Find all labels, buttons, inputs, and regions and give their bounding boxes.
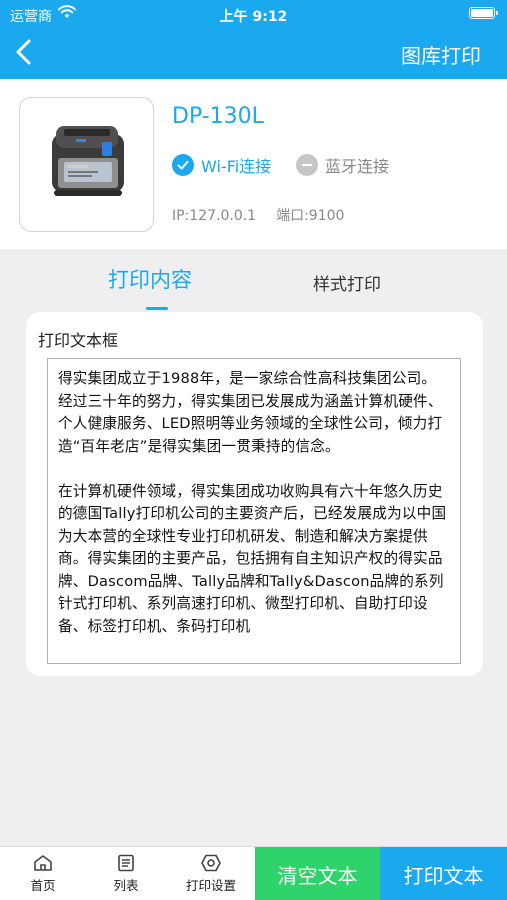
home-icon	[34, 855, 52, 871]
checkmark-icon	[172, 154, 194, 176]
chevron-left-icon[interactable]	[12, 38, 36, 66]
wifi-connect-option[interactable]: Wi-Fi连接	[172, 153, 271, 177]
bluetooth-connect-option[interactable]: 蓝牙连接	[296, 153, 389, 177]
ip-address: IP:127.0.0.1	[172, 208, 257, 224]
nav-home[interactable]: 首页	[22, 847, 64, 900]
nav-list-label: 列表	[113, 878, 139, 893]
page-title: 图库打印	[401, 44, 481, 68]
port-number: 端口:9100	[276, 208, 345, 224]
status-bar: 运营商 上午 9:12	[0, 0, 507, 30]
tab-style-print[interactable]: 样式打印	[313, 270, 381, 295]
printer-image	[19, 97, 154, 232]
device-network-info: IP:127.0.0.1 端口:9100	[172, 205, 344, 225]
clear-text-button[interactable]: 清空文本	[255, 847, 380, 900]
wifi-connect-label: Wi-Fi连接	[201, 157, 272, 176]
print-text-area[interactable]: 得实集团成立于1988年，是一家综合性高科技集团公司。经过三十年的努力，得实集团…	[47, 358, 461, 664]
text-panel-label: 打印文本框	[38, 331, 119, 350]
minus-icon	[296, 154, 318, 176]
gear-icon	[201, 854, 221, 872]
text-panel: 打印文本框 得实集团成立于1988年，是一家综合性高科技集团公司。经过三十年的努…	[26, 312, 483, 676]
top-bar: 运营商 上午 9:12 图库打印	[0, 0, 507, 79]
bottom-bar: 首页 列表 打印设置 清空文本 打印文本	[0, 846, 507, 900]
device-card: DP-130L Wi-Fi连接 蓝牙连接 IP:127.0.0.1 端口:9100	[0, 79, 507, 249]
nav-home-label: 首页	[30, 878, 56, 893]
nav-print-settings[interactable]: 打印设置	[178, 847, 244, 900]
status-time: 上午 9:12	[219, 9, 288, 25]
tab-print-content[interactable]: 打印内容	[108, 264, 192, 294]
text-paragraph: 得实集团成立于1988年，是一家综合性高科技集团公司。经过三十年的努力，得实集团…	[58, 370, 443, 455]
battery-icon	[469, 7, 498, 19]
nav-list[interactable]: 列表	[105, 847, 147, 900]
text-paragraph: 在计算机硬件领域，得实集团成功收购具有六十年悠久历史的德国Tally打印机公司的…	[58, 482, 447, 635]
list-icon	[118, 854, 134, 872]
bluetooth-connect-label: 蓝牙连接	[325, 157, 390, 176]
print-text-button[interactable]: 打印文本	[380, 847, 507, 900]
device-name: DP-130L	[172, 104, 264, 129]
printer-illustration	[52, 126, 124, 196]
nav-settings-label: 打印设置	[185, 878, 236, 893]
active-tab-indicator	[146, 307, 168, 310]
